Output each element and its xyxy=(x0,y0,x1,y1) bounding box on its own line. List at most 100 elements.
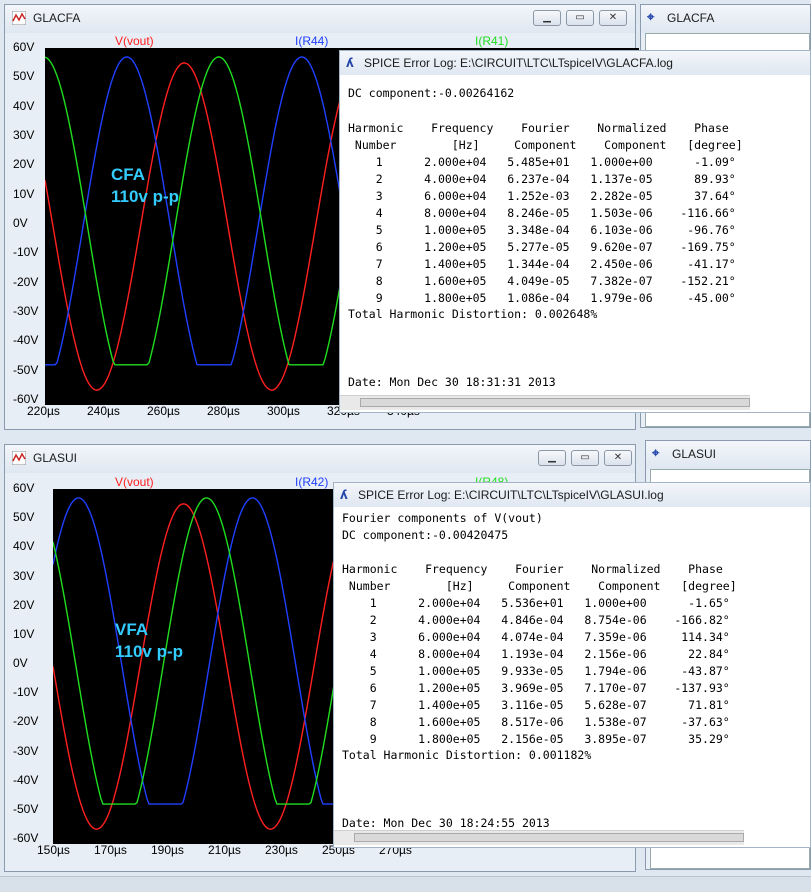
waveform-window-title: GLACFA xyxy=(33,11,81,25)
x-tick-label: 260µs xyxy=(147,404,180,418)
schematic-icon: ⌖ xyxy=(652,446,660,461)
y-tick-label: 0V xyxy=(13,216,28,230)
annotation-line-1: VFA xyxy=(115,620,149,639)
y-tick-label: 40V xyxy=(13,98,35,113)
plot-annotation: CFA 110v p-p xyxy=(111,164,179,208)
table-row: 5 1.000e+05 9.933e-05 1.794e-06 -43.87° xyxy=(342,664,730,678)
log-titlebar[interactable]: ʎ SPICE Error Log: E:\CIRCUIT\LTC\LTspic… xyxy=(334,483,810,507)
waveform-titlebar[interactable]: GLASUI ▁ ▭ ✕ xyxy=(5,445,635,473)
y-tick-label: -40V xyxy=(13,772,39,787)
x-tick-label: 150µs xyxy=(37,843,70,857)
y-tick-label: 20V xyxy=(13,597,35,612)
table-row: 4 8.000e+04 8.246e-05 1.503e-06 -116.66° xyxy=(348,206,736,220)
y-tick-label: 10V xyxy=(13,626,35,641)
x-tick-label: 240µs xyxy=(87,404,120,418)
thd-text: Total Harmonic Distortion: 0.002648% xyxy=(348,307,598,321)
plot-annotation: VFA 110v p-p xyxy=(115,619,183,663)
table-row: 7 1.400e+05 1.344e-04 2.450e-06 -41.17° xyxy=(348,257,736,271)
waveform-app-icon xyxy=(12,451,26,465)
minimize-button[interactable]: ▁ xyxy=(538,450,566,466)
table-row: 8 1.600e+05 8.517e-06 1.538e-07 -37.63° xyxy=(342,715,730,729)
y-tick-label: -20V xyxy=(13,274,39,289)
y-tick-label: 30V xyxy=(13,128,35,142)
horizontal-scrollbar[interactable] xyxy=(340,395,750,410)
waveform-titlebar[interactable]: GLACFA ▁ ▭ ✕ xyxy=(5,5,635,33)
log-window-title: SPICE Error Log: E:\CIRCUIT\LTC\LTspiceI… xyxy=(358,488,664,502)
table-row: 1 2.000e+04 5.536e+01 1.000e+00 -1.65° xyxy=(342,596,730,610)
waveform-app-icon xyxy=(12,11,26,25)
spice-error-log-window[interactable]: ʎ SPICE Error Log: E:\CIRCUIT\LTC\LTspic… xyxy=(339,50,811,413)
y-tick-label: -30V xyxy=(13,304,39,318)
log-titlebar[interactable]: ʎ SPICE Error Log: E:\CIRCUIT\LTC\LTspic… xyxy=(340,51,810,75)
annotation-line-1: CFA xyxy=(111,165,145,184)
fourier-title-text: Fourier components of V(vout) xyxy=(342,511,543,525)
table-row: 7 1.400e+05 3.116e-05 5.628e-07 71.81° xyxy=(342,698,730,712)
side-window-title: GLASUI xyxy=(672,447,717,461)
y-tick-label: -10V xyxy=(13,685,39,700)
scrollbar-thumb[interactable] xyxy=(360,398,750,407)
y-tick-label: 20V xyxy=(13,157,35,172)
x-tick-label: 230µs xyxy=(265,843,298,857)
horizontal-scrollbar[interactable] xyxy=(334,830,744,845)
y-tick-label: -40V xyxy=(13,333,39,348)
x-tick-label: 300µs xyxy=(267,404,300,418)
side-window-title: GLACFA xyxy=(667,11,715,25)
table-row: 4 8.000e+04 1.193e-04 2.156e-06 22.84° xyxy=(342,647,730,661)
date-text: Date: Mon Dec 30 18:31:31 2013 xyxy=(348,375,556,389)
table-row: 3 6.000e+04 4.074e-04 7.359e-06 114.34° xyxy=(342,630,730,644)
trace-label: I(R41) xyxy=(475,34,509,48)
y-tick-label: 0V xyxy=(13,656,28,670)
log-icon: ʎ xyxy=(346,56,354,70)
y-tick-label: 60V xyxy=(13,40,35,54)
annotation-line-2: 110v p-p xyxy=(115,642,184,661)
maximize-button[interactable]: ▭ xyxy=(571,450,599,466)
table-row: 5 1.000e+05 3.348e-04 6.103e-06 -96.76° xyxy=(348,223,736,237)
y-tick-label: -50V xyxy=(13,362,39,377)
log-window-title: SPICE Error Log: E:\CIRCUIT\LTC\LTspiceI… xyxy=(364,56,673,70)
x-tick-label: 170µs xyxy=(94,843,127,857)
dc-component-text: DC component:-0.00420475 xyxy=(342,528,509,542)
y-tick-label: -30V xyxy=(13,743,39,758)
dc-component-text: DC component:-0.00264162 xyxy=(348,86,515,100)
annotation-line-2: 110v p-p xyxy=(111,187,180,206)
scrollbar-thumb[interactable] xyxy=(354,833,744,842)
y-tick-label: -60V xyxy=(13,831,39,845)
waveform-window-title: GLASUI xyxy=(33,451,78,465)
x-tick-label: 210µs xyxy=(208,843,241,857)
date-text: Date: Mon Dec 30 18:24:55 2013 xyxy=(342,816,550,830)
table-row: 2 4.000e+04 4.846e-04 8.754e-06 -166.82° xyxy=(342,613,730,627)
close-button[interactable]: ✕ xyxy=(599,10,627,26)
table-row: 9 1.800e+05 2.156e-05 3.895e-07 35.29° xyxy=(342,732,730,746)
y-tick-label: 30V xyxy=(13,568,35,583)
y-tick-label: 10V xyxy=(13,186,35,201)
table-row: 3 6.000e+04 1.252e-03 2.282e-05 37.64° xyxy=(348,189,736,203)
table-row: 6 1.200e+05 5.277e-05 9.620e-07 -169.75° xyxy=(348,240,736,254)
y-tick-label: 40V xyxy=(13,539,35,554)
y-tick-label: -10V xyxy=(13,245,39,260)
table-row: 9 1.800e+05 1.086e-04 1.979e-06 -45.00° xyxy=(348,291,736,305)
table-row: 8 1.600e+05 4.049e-05 7.382e-07 -152.21° xyxy=(348,274,736,288)
y-tick-label: -50V xyxy=(13,801,39,816)
table-header-2: Number [Hz] Component Component [degree] xyxy=(342,579,737,593)
close-button[interactable]: ✕ xyxy=(604,450,632,466)
x-tick-label: 280µs xyxy=(207,404,240,418)
trace-label: V(vout) xyxy=(115,475,154,489)
y-tick-label: 60V xyxy=(13,481,35,495)
side-window-titlebar[interactable]: ⌖ GLACFA xyxy=(641,5,810,33)
y-tick-label: 50V xyxy=(13,510,35,525)
table-header-1: Harmonic Frequency Fourier Normalized Ph… xyxy=(342,562,723,576)
trace-label: I(R44) xyxy=(295,34,329,48)
table-header-2: Number [Hz] Component Component [degree] xyxy=(348,138,743,152)
log-icon: ʎ xyxy=(340,488,348,502)
table-row: 1 2.000e+04 5.485e+01 1.000e+00 -1.09° xyxy=(348,155,736,169)
trace-label: V(vout) xyxy=(115,34,154,48)
side-window-titlebar[interactable]: ⌖ GLASUI xyxy=(646,441,810,469)
schematic-icon: ⌖ xyxy=(647,10,655,25)
minimize-button[interactable]: ▁ xyxy=(533,10,561,26)
y-tick-label: -20V xyxy=(13,714,39,729)
table-row: 2 4.000e+04 6.237e-04 1.137e-05 89.93° xyxy=(348,172,736,186)
y-tick-label: 50V xyxy=(13,69,35,84)
maximize-button[interactable]: ▭ xyxy=(566,10,594,26)
taskbar-strip xyxy=(0,876,811,892)
spice-error-log-window[interactable]: ʎ SPICE Error Log: E:\CIRCUIT\LTC\LTspic… xyxy=(333,482,811,848)
